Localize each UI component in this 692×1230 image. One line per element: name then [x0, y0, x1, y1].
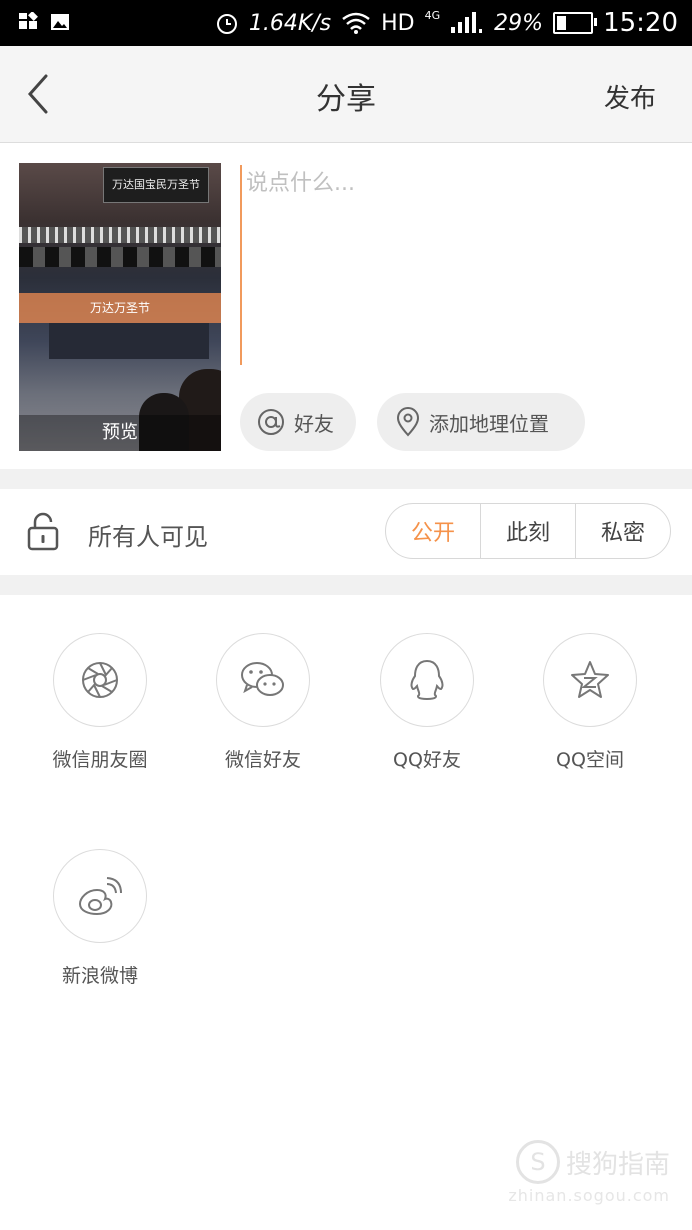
share-label: 新浪微博 — [61, 965, 138, 987]
wifi-icon — [342, 12, 370, 34]
share-label: 微信好友 — [224, 749, 301, 771]
network-type: HD — [381, 10, 415, 36]
weibo-icon — [78, 877, 122, 916]
top-nav-bar: 分享 发布 — [0, 46, 692, 143]
share-qq-friend[interactable]: QQ好友 — [345, 633, 509, 772]
page-title: 分享 — [316, 82, 376, 117]
visibility-option-public[interactable]: 公开 — [386, 504, 480, 558]
clock: 15:20 — [603, 8, 678, 38]
watermark-url: zhinan.sogou.com — [508, 1186, 670, 1205]
preview-label[interactable]: 预览 — [19, 415, 221, 451]
at-icon — [258, 409, 284, 435]
visibility-segmented-control: 公开 此刻 私密 — [385, 503, 671, 559]
alarm-icon — [216, 14, 237, 34]
share-label: QQ空间 — [556, 749, 624, 771]
share-qzone[interactable]: QQ空间 — [508, 633, 672, 772]
battery-icon — [553, 12, 598, 34]
share-label: QQ好友 — [393, 749, 461, 771]
wechat-icon — [241, 662, 284, 696]
location-pin-icon — [396, 407, 420, 437]
share-wechat-friend[interactable]: 微信好友 — [181, 633, 345, 772]
publish-button[interactable]: 发布 — [604, 78, 656, 115]
share-label: 微信朋友圈 — [52, 749, 148, 771]
visibility-option-private[interactable]: 私密 — [575, 504, 670, 558]
network-gen: 4G — [424, 8, 441, 22]
section-divider — [0, 575, 692, 595]
lock-icon — [27, 512, 59, 551]
post-text-input[interactable] — [240, 165, 676, 365]
media-thumbnail[interactable]: 万达国宝民万圣节 万达万圣节 预览 — [19, 163, 221, 451]
mention-friend-button[interactable]: 好友 — [240, 393, 356, 451]
mention-friend-label: 好友 — [294, 411, 334, 436]
share-weibo[interactable]: 新浪微博 — [18, 849, 182, 988]
visibility-row: 所有人可见 公开 此刻 私密 — [0, 489, 692, 575]
share-wechat-moments[interactable]: 微信朋友圈 — [18, 633, 182, 772]
watermark-brand: 搜狗指南 — [565, 1149, 670, 1180]
add-location-button[interactable]: 添加地理位置 — [377, 393, 585, 451]
qzone-icon — [571, 661, 609, 698]
battery-percent: 29% — [494, 10, 544, 36]
visibility-option-moment[interactable]: 此刻 — [480, 504, 575, 558]
section-divider — [0, 469, 692, 489]
thumbnail-sign-text: 万达国宝民万圣节 — [103, 167, 209, 203]
signal-icon — [451, 12, 483, 33]
thumbnail-banner-text: 万达万圣节 — [19, 293, 221, 323]
image-notification-icon — [51, 14, 69, 30]
compose-area: 万达国宝民万圣节 万达万圣节 预览 好友 添加地理位置 — [0, 143, 692, 469]
wechat-moments-icon — [82, 662, 118, 698]
qq-icon — [410, 659, 444, 701]
network-speed: 1.64K/s — [248, 10, 332, 36]
visibility-label: 所有人可见 — [88, 523, 208, 551]
add-location-label: 添加地理位置 — [429, 411, 549, 436]
sogou-watermark: S 搜狗指南 — [515, 1140, 670, 1184]
share-targets: 微信朋友圈 微信好友 QQ好友 QQ空间 新浪微博 — [0, 595, 692, 1230]
app-notification-icon — [19, 12, 38, 29]
status-bar: 1.64K/s HD 4G 29% 15:20 — [0, 0, 692, 46]
sogou-logo-icon: S — [515, 1140, 560, 1184]
